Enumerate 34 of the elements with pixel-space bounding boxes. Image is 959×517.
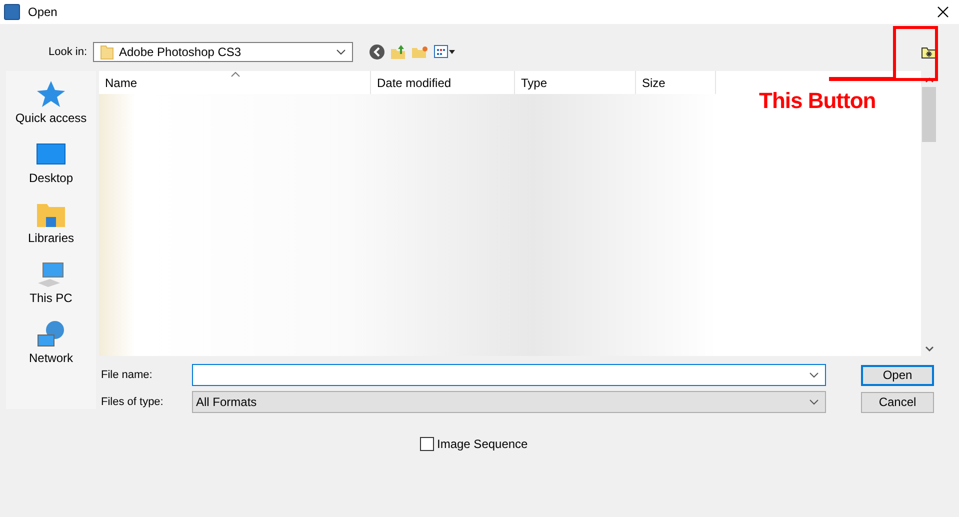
new-folder-icon[interactable]	[411, 45, 429, 59]
annotation-text: This Button	[759, 88, 876, 114]
window-title: Open	[28, 5, 58, 19]
chevron-down-icon	[336, 49, 346, 55]
look-in-label: Look in:	[47, 46, 88, 58]
cancel-button[interactable]: Cancel	[861, 392, 934, 412]
scroll-down-icon[interactable]	[924, 346, 934, 352]
sort-up-icon	[231, 72, 240, 77]
sidebar-item[interactable]: Desktop	[28, 139, 74, 193]
sidebar-item[interactable]: Network	[28, 319, 73, 373]
file-name-label: File name:	[100, 369, 154, 381]
folder-icon	[100, 44, 114, 60]
view-menu-icon[interactable]	[434, 45, 456, 59]
up-folder-icon[interactable]	[390, 44, 406, 60]
file-type-field[interactable]: All Formats	[192, 391, 826, 413]
star-icon	[34, 79, 67, 109]
file-name-field[interactable]	[192, 364, 826, 386]
sidebar-item[interactable]: This PC	[30, 259, 72, 313]
scroll-thumb[interactable]	[922, 87, 936, 142]
checkbox[interactable]	[420, 437, 434, 451]
sidebar-item[interactable]: Libraries	[28, 199, 74, 253]
image-sequence-label: Image Sequence	[437, 437, 528, 451]
folder-star-icon[interactable]	[921, 46, 937, 58]
chevron-down-icon	[809, 372, 819, 378]
network-icon	[34, 319, 67, 349]
sidebar-item[interactable]: Quick access	[15, 79, 87, 133]
back-icon[interactable]	[369, 44, 385, 60]
app-logo-icon	[4, 4, 20, 20]
open-button[interactable]: Open	[861, 364, 934, 386]
file-type-label: Files of type:	[100, 396, 164, 408]
close-icon[interactable]	[937, 6, 949, 18]
look-in-value: Adobe Photoshop CS3	[119, 45, 242, 59]
chevron-down-icon	[809, 399, 819, 405]
look-in-dropdown[interactable]: Adobe Photoshop CS3	[93, 42, 353, 62]
